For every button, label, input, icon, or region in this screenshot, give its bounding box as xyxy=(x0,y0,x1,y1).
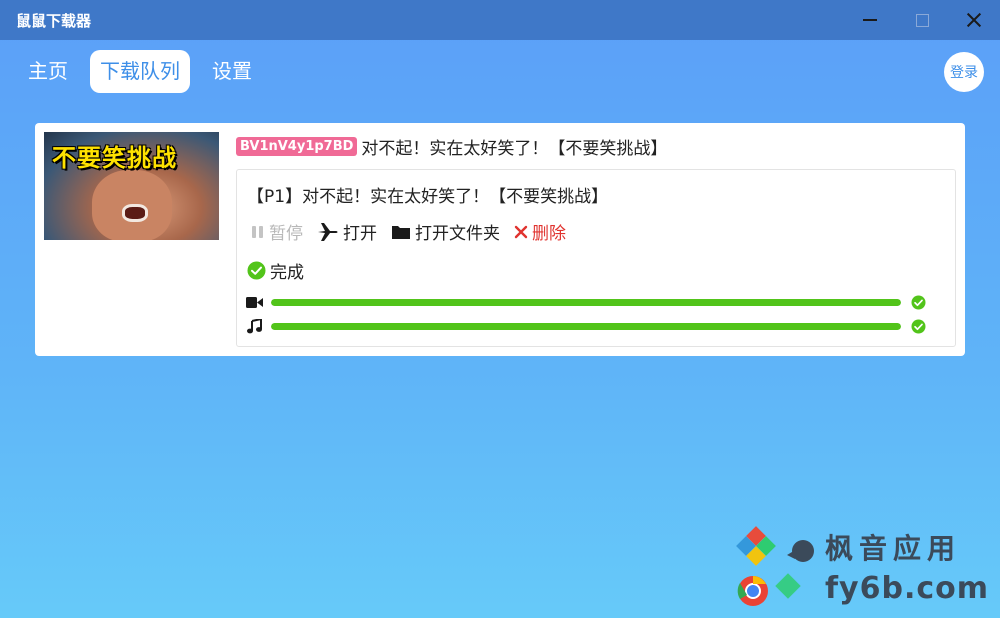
watermark-text-cn: 枫音应用 xyxy=(825,532,962,565)
video-camera-icon xyxy=(246,297,263,308)
delete-label: 删除 xyxy=(532,224,566,244)
video-title: 对不起！实在太好笑了！【不要笑挑战】 xyxy=(361,138,668,159)
audio-progress-fill xyxy=(271,323,901,330)
audio-progress-row xyxy=(246,319,926,334)
open-label: 打开 xyxy=(343,224,377,244)
close-icon xyxy=(967,13,981,27)
main-nav: 主页 下载队列 设置 xyxy=(18,50,274,93)
login-button[interactable]: 登录 xyxy=(944,52,984,92)
audio-progress-bar xyxy=(271,323,901,330)
thumbnail-caption: 不要笑挑战 xyxy=(52,144,177,172)
delete-button[interactable]: 删除 xyxy=(514,219,566,244)
video-progress-row xyxy=(246,295,926,310)
check-circle-icon xyxy=(247,261,266,280)
video-progress-fill xyxy=(271,299,901,306)
video-progress-bar xyxy=(271,299,901,306)
title-bar: 鼠鼠下载器 xyxy=(0,0,1000,40)
video-done-check-icon xyxy=(911,295,926,310)
maximize-icon xyxy=(915,13,929,27)
part-title: 【P1】对不起！实在太好笑了！【不要笑挑战】 xyxy=(247,187,609,207)
tab-settings[interactable]: 设置 xyxy=(202,50,262,93)
video-thumbnail: 不要笑挑战 xyxy=(44,132,219,240)
app-title: 鼠鼠下载器 xyxy=(16,11,92,30)
bvid-badge: BV1nV4y1p7BD xyxy=(236,136,358,156)
part-actions: 暂停 打开 打开文件夹 删除 xyxy=(251,219,580,244)
open-folder-button[interactable]: 打开文件夹 xyxy=(391,219,500,244)
open-button[interactable]: 打开 xyxy=(317,219,377,244)
close-button[interactable] xyxy=(948,0,1000,40)
pause-label: 暂停 xyxy=(269,224,303,244)
music-note-icon xyxy=(247,319,262,334)
status-indicator: 完成 xyxy=(247,258,304,283)
download-item-card: 不要笑挑战 BV1nV4y1p7BD 对不起！实在太好笑了！【不要笑挑战】 【P… xyxy=(35,123,965,356)
folder-icon xyxy=(392,225,410,239)
part-item: 【P1】对不起！实在太好笑了！【不要笑挑战】 暂停 打开 打开文件夹 删除 完成 xyxy=(236,169,956,347)
watermark: 枫音应用 fy6b.com xyxy=(735,523,988,613)
open-folder-label: 打开文件夹 xyxy=(415,224,500,244)
tab-download-queue[interactable]: 下载队列 xyxy=(90,50,190,93)
video-header: BV1nV4y1p7BD 对不起！实在太好笑了！【不要笑挑战】 xyxy=(236,133,667,159)
minimize-icon xyxy=(863,19,877,21)
maximize-button[interactable] xyxy=(896,0,948,40)
pause-icon xyxy=(252,225,263,238)
window-controls xyxy=(844,0,1000,40)
airplane-icon xyxy=(318,222,338,241)
tab-home[interactable]: 主页 xyxy=(18,50,78,93)
watermark-logo-icon xyxy=(736,526,814,606)
audio-done-check-icon xyxy=(911,319,926,334)
pause-button[interactable]: 暂停 xyxy=(251,219,303,244)
thumbnail-mouth-shape xyxy=(122,204,148,222)
watermark-url: fy6b.com xyxy=(825,571,990,606)
minimize-button[interactable] xyxy=(844,0,896,40)
close-x-icon xyxy=(514,225,528,238)
status-text: 完成 xyxy=(270,263,304,283)
